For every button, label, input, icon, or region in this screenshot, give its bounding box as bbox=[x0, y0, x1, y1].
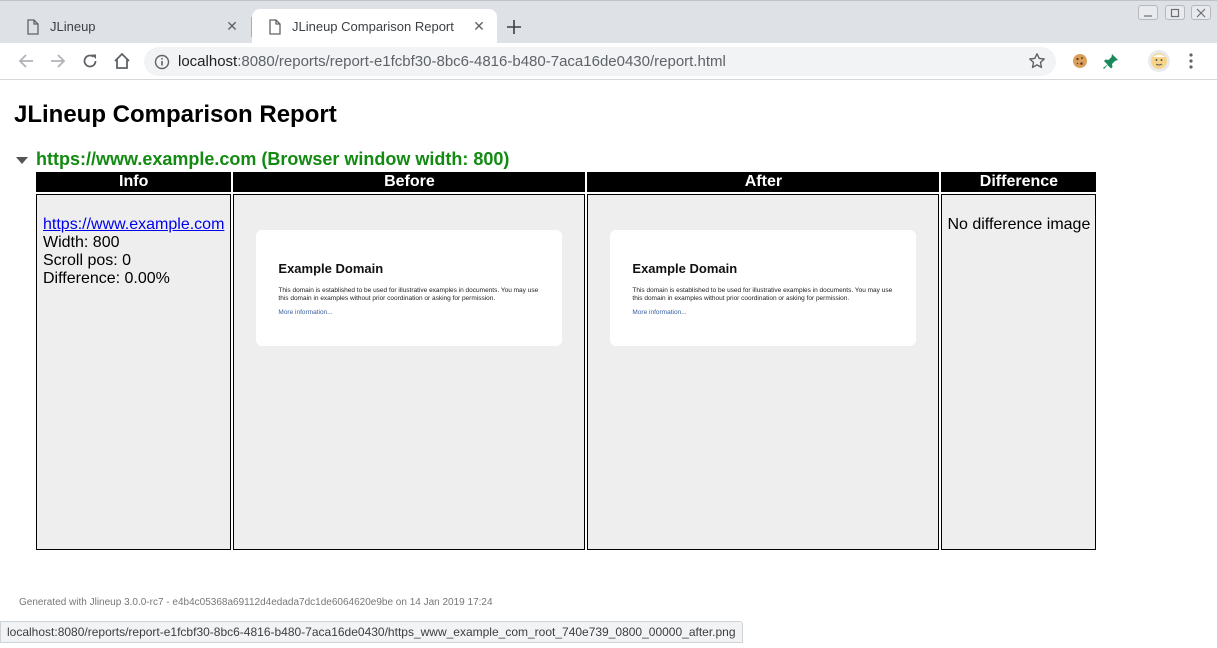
close-icon bbox=[1196, 8, 1206, 17]
section-summary-text: https://www.example.com (Browser window … bbox=[36, 149, 510, 169]
info-icon[interactable] bbox=[154, 54, 170, 70]
tab-comparison-report[interactable]: JLineup Comparison Report ✕ bbox=[252, 9, 497, 44]
back-arrow-icon bbox=[18, 54, 33, 68]
pin-extension-button[interactable] bbox=[1102, 52, 1120, 70]
url-text[interactable]: localhost:8080/reports/report-e1fcbf30-8… bbox=[178, 53, 726, 70]
forward-arrow-icon bbox=[51, 54, 66, 68]
page-title: JLineup Comparison Report bbox=[14, 101, 337, 128]
tab-title: JLineup bbox=[50, 19, 96, 34]
close-icon[interactable]: ✕ bbox=[469, 17, 489, 37]
no-difference-text: No difference image bbox=[947, 216, 1091, 233]
difference-text: Difference: 0.00% bbox=[43, 270, 170, 287]
header-before: Before bbox=[233, 172, 586, 192]
browser-toolbar: localhost:8080/reports/report-e1fcbf30-8… bbox=[0, 43, 1217, 80]
header-after: After bbox=[587, 172, 940, 192]
home-button[interactable] bbox=[110, 49, 134, 73]
cookie-icon bbox=[1073, 54, 1087, 68]
before-screenshot[interactable]: Example Domain This domain is establishe… bbox=[234, 195, 584, 549]
comparison-table: Info Before After Difference https://www… bbox=[34, 170, 1098, 552]
close-window-button[interactable] bbox=[1191, 5, 1211, 20]
maximize-icon bbox=[1170, 8, 1180, 17]
screenshot-card: Example Domain This domain is establishe… bbox=[610, 230, 917, 346]
reload-icon bbox=[83, 54, 97, 68]
screenshot-link: More information... bbox=[278, 309, 333, 316]
report-footer: Generated with Jlineup 3.0.0-rc7 - e4b4c… bbox=[19, 597, 493, 608]
kebab-menu-icon bbox=[1189, 53, 1193, 69]
url-path: :8080/reports/report-e1fcbf30-8bc6-4816-… bbox=[237, 53, 726, 70]
tab-jlineup[interactable]: JLineup ✕ bbox=[10, 9, 250, 44]
before-cell: Example Domain This domain is establishe… bbox=[233, 194, 586, 550]
scroll-pos-text: Scroll pos: 0 bbox=[43, 252, 132, 269]
site-link[interactable]: https://www.example.com bbox=[43, 216, 224, 233]
profile-avatar-icon bbox=[1151, 53, 1167, 69]
report-page: JLineup Comparison Report https://www.ex… bbox=[0, 81, 1217, 648]
screenshot-heading: Example Domain bbox=[632, 261, 738, 276]
disclosure-triangle-icon[interactable] bbox=[16, 157, 28, 164]
maximize-button[interactable] bbox=[1165, 5, 1185, 20]
tab-title: JLineup Comparison Report bbox=[292, 19, 454, 34]
cookie-extension-button[interactable] bbox=[1071, 52, 1089, 70]
menu-button[interactable] bbox=[1182, 52, 1200, 70]
star-icon[interactable] bbox=[1028, 52, 1046, 70]
url-section-summary[interactable]: https://www.example.com (Browser window … bbox=[16, 149, 509, 170]
document-icon bbox=[27, 18, 39, 35]
document-icon bbox=[269, 18, 281, 35]
table-header-row: Info Before After Difference bbox=[36, 172, 1097, 192]
table-row: https://www.example.com Width: 800 Scrol… bbox=[36, 194, 1097, 550]
forward-button[interactable] bbox=[46, 49, 70, 73]
screenshot-body: This domain is established to be used fo… bbox=[278, 287, 539, 302]
reload-button[interactable] bbox=[78, 49, 102, 73]
plus-icon bbox=[507, 20, 521, 34]
url-host: localhost bbox=[178, 53, 238, 70]
status-bar: localhost:8080/reports/report-e1fcbf30-8… bbox=[0, 621, 743, 643]
width-text: Width: 800 bbox=[43, 234, 120, 251]
after-screenshot[interactable]: Example Domain This domain is establishe… bbox=[588, 195, 938, 549]
after-cell: Example Domain This domain is establishe… bbox=[587, 194, 940, 550]
screenshot-card: Example Domain This domain is establishe… bbox=[256, 230, 563, 346]
screenshot-heading: Example Domain bbox=[278, 261, 384, 276]
minimize-button[interactable] bbox=[1138, 5, 1158, 20]
close-icon[interactable]: ✕ bbox=[222, 17, 242, 37]
profile-button[interactable] bbox=[1148, 50, 1170, 72]
screenshot-body: This domain is established to be used fo… bbox=[632, 287, 893, 302]
info-cell: https://www.example.com Width: 800 Scrol… bbox=[36, 194, 232, 550]
screenshot-link: More information... bbox=[632, 309, 687, 316]
tab-strip: JLineup ✕ JLineup Comparison Report ✕ bbox=[0, 0, 1217, 44]
new-tab-button[interactable] bbox=[502, 15, 526, 39]
back-button[interactable] bbox=[14, 49, 38, 73]
address-bar[interactable]: localhost:8080/reports/report-e1fcbf30-8… bbox=[144, 47, 1056, 76]
header-info: Info bbox=[36, 172, 232, 192]
pin-icon bbox=[1103, 54, 1118, 69]
header-difference: Difference bbox=[941, 172, 1097, 192]
difference-cell: No difference image bbox=[941, 194, 1097, 550]
minimize-icon bbox=[1144, 14, 1152, 17]
home-icon bbox=[114, 52, 130, 69]
